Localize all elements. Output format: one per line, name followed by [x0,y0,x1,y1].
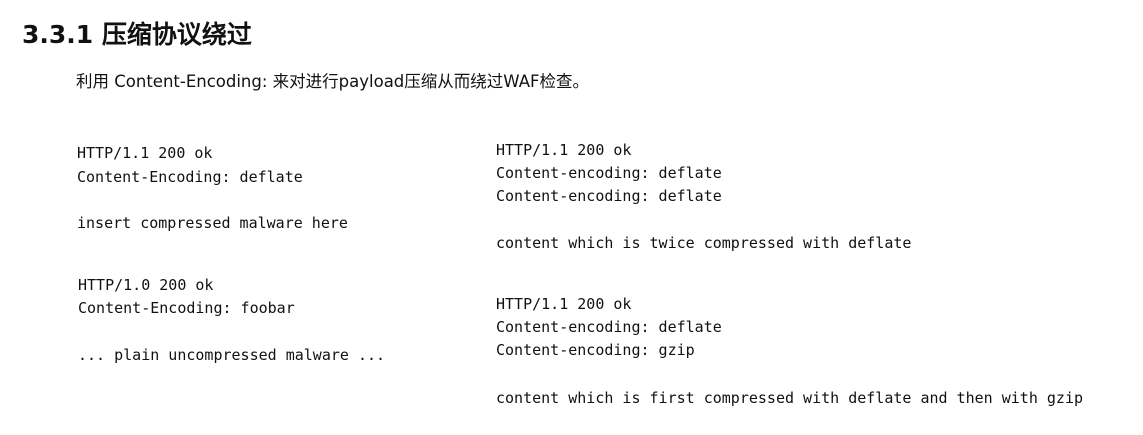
response-body: content which is twice compressed with d… [496,234,912,252]
content-encoding-header: Content-encoding: deflate [496,187,722,205]
response-body: insert compressed malware here [77,214,348,232]
content-encoding-header: Content-Encoding: foobar [78,299,295,317]
content-encoding-header: Content-encoding: deflate [496,318,722,336]
code-example-right-2: HTTP/1.1 200 ok Content-encoding: deflat… [496,0,1083,407]
http-status-line: HTTP/1.1 200 ok [496,141,632,159]
http-status-line: HTTP/1.1 200 ok [496,295,632,313]
content-encoding-header: Content-encoding: gzip [496,341,695,359]
response-body: content which is first compressed with d… [496,389,1083,407]
http-status-line: HTTP/1.1 200 ok [77,144,213,162]
response-body: ... plain uncompressed malware ... [78,346,386,364]
content-encoding-header: Content-Encoding: deflate [77,168,303,186]
code-example-left-2: HTTP/1.0 200 ok Content-Encoding: foobar… [78,0,385,364]
http-status-line: HTTP/1.0 200 ok [78,276,214,294]
page-title: 3.3.1 压缩协议绕过 [22,20,252,49]
content-encoding-header: Content-encoding: deflate [496,164,722,182]
